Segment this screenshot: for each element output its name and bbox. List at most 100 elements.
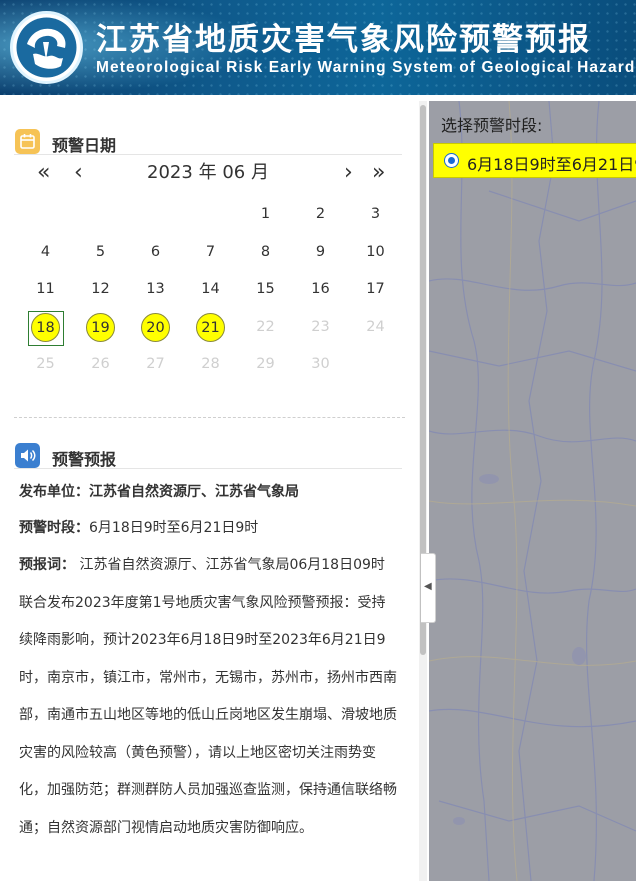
forecast-section-header: 预警预报 (14, 429, 402, 469)
day-number: 23 (311, 318, 330, 335)
app-subtitle: Meteorological Risk Early Warning System… (96, 59, 636, 76)
calendar-day[interactable]: 1 (238, 196, 293, 234)
calendar-day[interactable]: 17 (348, 271, 403, 309)
calendar-day[interactable]: 13 (128, 271, 183, 309)
calendar-day[interactable]: 15 (238, 271, 293, 309)
calendar-day[interactable]: 16 (293, 271, 348, 309)
collapse-panel-button[interactable]: ◀ (421, 553, 436, 623)
period-line: 预警时段：6月18日9时至6月21日9时 (19, 517, 258, 537)
day-number: 24 (366, 318, 385, 335)
logo (10, 11, 83, 84)
day-number: 11 (36, 281, 55, 297)
calendar-day[interactable]: 20 (128, 309, 183, 347)
calendar-day[interactable]: 7 (183, 234, 238, 272)
app-title: 江苏省地质灾害气象风险预警预报 (96, 22, 591, 58)
day-number: 28 (201, 356, 220, 372)
calendar-row: 25 26 27 28 29 30 (18, 346, 403, 384)
calendar-row: 11 12 13 14 15 16 17 (18, 271, 403, 309)
next-year-button[interactable]: » (372, 158, 385, 188)
day-number: 8 (260, 243, 271, 260)
calendar-day[interactable]: 4 (18, 234, 73, 272)
forecast-section-title: 预警预报 (52, 450, 117, 469)
calendar-day[interactable]: 9 (293, 234, 348, 272)
calendar-day[interactable]: 5 (73, 234, 128, 272)
calendar-empty (73, 196, 128, 234)
warning-day-number: 19 (86, 312, 115, 342)
calendar-day[interactable]: 6 (128, 234, 183, 272)
selected-day-outline (28, 310, 64, 346)
day-number: 29 (256, 356, 275, 372)
issuer-line: 发布单位：江苏省自然资源厅、江苏省气象局 (19, 481, 299, 501)
calendar-month-unit: 月 (250, 162, 269, 183)
map-view[interactable] (429, 101, 636, 881)
calendar-day[interactable]: 21 (183, 309, 238, 347)
warning-day-number: 20 (141, 312, 170, 342)
period-select-label: 选择预警时段: (441, 116, 543, 135)
calendar-empty (348, 346, 403, 384)
day-number: 17 (366, 281, 385, 297)
speaker-icon (15, 443, 40, 468)
day-number: 6 (150, 243, 161, 260)
calendar-month: 06 (222, 162, 246, 183)
left-panel-scrollbar[interactable] (419, 101, 427, 881)
forecast-text-block: 预报词： 江苏省自然资源厅、江苏省气象局06月18日09时联合发布2023年度第… (19, 547, 397, 847)
warning-day-number: 21 (196, 312, 225, 342)
calendar-day[interactable]: 10 (348, 234, 403, 272)
calendar-empty (18, 196, 73, 234)
day-number: 1 (260, 206, 271, 222)
calendar-nav: « ‹ 2023 年 06 月 › » (14, 158, 402, 188)
calendar-day[interactable]: 30 (293, 346, 348, 384)
day-number: 22 (256, 318, 275, 335)
day-number: 9 (315, 243, 326, 260)
chevron-left-icon: ◀ (424, 581, 432, 592)
calendar-grid: 1 2 3 4 5 6 7 8 9 10 11 12 13 14 15 16 17 18 19 20 21 22 23 24 2… (18, 196, 403, 384)
period-value: 6月18日9时至6月21日9时 (89, 520, 259, 536)
calendar-day[interactable]: 14 (183, 271, 238, 309)
calendar-day[interactable]: 11 (18, 271, 73, 309)
app-header: 江苏省地质灾害气象风险预警预报 Meteorological Risk Earl… (0, 0, 636, 95)
calendar-day[interactable]: 25 (18, 346, 73, 384)
calendar-day[interactable]: 23 (293, 309, 348, 347)
calendar-row: 1 2 3 (18, 196, 403, 234)
calendar-empty (128, 196, 183, 234)
day-number: 5 (95, 243, 106, 260)
period-option-label: 6月18日9时至6月21日9时 (467, 155, 636, 174)
day-number: 25 (36, 356, 55, 372)
day-number: 10 (366, 243, 385, 260)
period-option[interactable]: 6月18日9时至6月21日9时 (433, 143, 636, 178)
day-number: 30 (311, 356, 330, 372)
calendar-year-unit: 年 (198, 162, 217, 183)
calendar-day[interactable]: 18 (18, 309, 73, 347)
calendar-row: 4 5 6 7 8 9 10 (18, 234, 403, 272)
period-radio[interactable] (444, 153, 459, 168)
forecast-text-label: 预报词： (19, 557, 75, 573)
calendar-day[interactable]: 2 (293, 196, 348, 234)
calendar-day[interactable]: 27 (128, 346, 183, 384)
calendar-icon (15, 129, 40, 154)
day-number: 4 (40, 243, 51, 260)
calendar-day[interactable]: 24 (348, 309, 403, 347)
calendar-year: 2023 (147, 162, 193, 183)
date-section-header: 预警日期 (14, 115, 402, 155)
calendar-day[interactable]: 3 (348, 196, 403, 234)
day-number: 7 (205, 243, 216, 260)
period-label: 预警时段： (19, 520, 89, 536)
calendar-day[interactable]: 22 (238, 309, 293, 347)
issuer-value: 江苏省自然资源厅、江苏省气象局 (89, 484, 299, 500)
calendar-day[interactable]: 26 (73, 346, 128, 384)
day-number: 2 (315, 206, 326, 222)
calendar-day[interactable]: 12 (73, 271, 128, 309)
next-month-button[interactable]: › (344, 158, 353, 188)
day-number: 12 (91, 281, 110, 297)
issuer-label: 发布单位： (19, 484, 89, 500)
calendar-day[interactable]: 29 (238, 346, 293, 384)
calendar-empty (183, 196, 238, 234)
calendar-day[interactable]: 8 (238, 234, 293, 272)
calendar-day[interactable]: 28 (183, 346, 238, 384)
day-number: 26 (91, 356, 110, 372)
day-number: 13 (146, 281, 165, 297)
logo-icon (16, 17, 77, 78)
calendar-day[interactable]: 19 (73, 309, 128, 347)
day-number: 3 (370, 206, 381, 222)
day-number: 14 (201, 281, 220, 297)
